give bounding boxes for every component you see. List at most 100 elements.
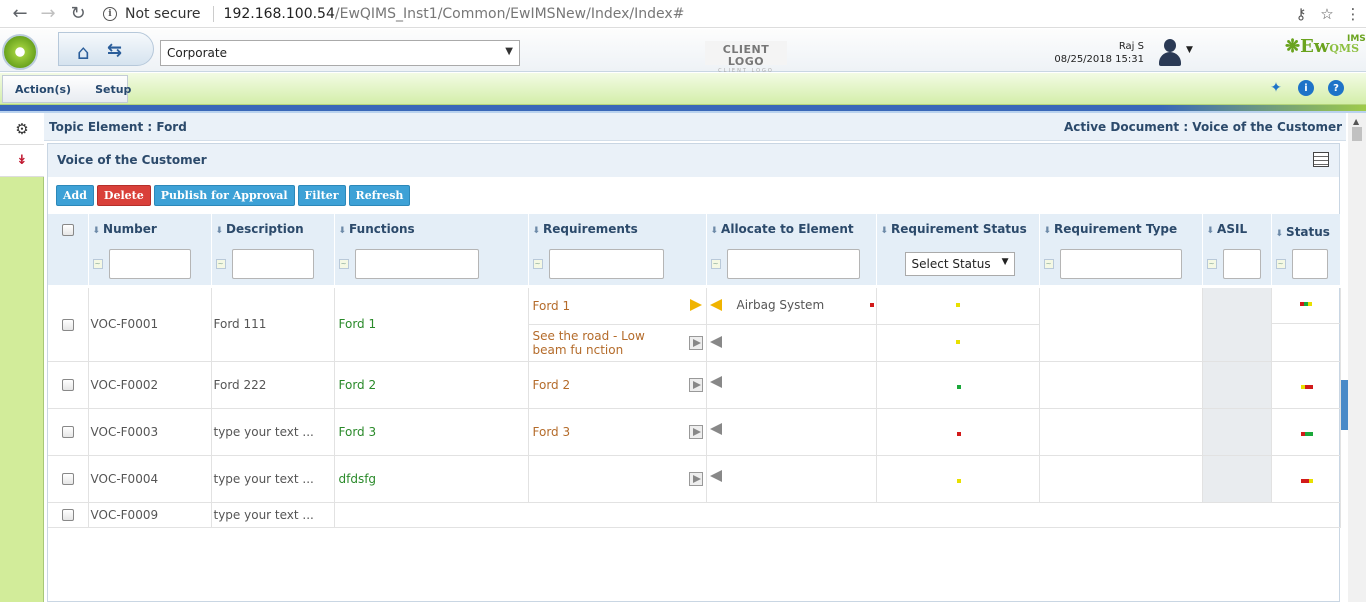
asil-cell[interactable]	[1202, 455, 1272, 503]
url-host[interactable]: 192.168.100.54	[224, 6, 335, 22]
col-number[interactable]: ⬇ Number	[88, 214, 212, 244]
column-chooser-icon[interactable]	[1313, 152, 1329, 167]
back-arrow-icon[interactable]	[709, 336, 722, 348]
col-functions[interactable]: ⬇ Functions	[334, 214, 529, 244]
description-cell[interactable]: Ford 222	[211, 361, 335, 409]
col-allocate[interactable]: ⬇ Allocate to Element	[706, 214, 877, 244]
number-cell[interactable]: VOC-F0003	[88, 408, 212, 456]
avatar[interactable]	[1156, 37, 1184, 67]
user-menu-caret-icon[interactable]: ▼	[1186, 45, 1193, 55]
col-requirements[interactable]: ⬇ Requirements	[528, 214, 707, 244]
asil-cell[interactable]	[1202, 286, 1272, 362]
table-row[interactable]: VOC-F0009 type your text ...	[48, 502, 1341, 528]
url-path[interactable]: /EwQIMS_Inst1/Common/EwIMSNew/Index/Inde…	[335, 6, 684, 22]
table-row[interactable]: VOC-F0002 Ford 222 Ford 2 Ford 2	[48, 361, 1341, 409]
refresh-button[interactable]: Refresh	[348, 185, 411, 206]
req-type-cell[interactable]	[1039, 361, 1203, 409]
allocate-item[interactable]	[707, 461, 876, 497]
number-filter-input[interactable]	[108, 249, 191, 280]
allocate-item[interactable]	[706, 324, 876, 360]
req-type-filter-input[interactable]	[1059, 249, 1182, 280]
refresh-icon[interactable]: ⇆	[107, 40, 122, 61]
req-type-cell[interactable]	[1039, 286, 1203, 362]
row-checkbox[interactable]	[61, 509, 74, 521]
requirement-item[interactable]: Ford 1	[529, 288, 706, 324]
req-type-cell[interactable]	[1039, 408, 1203, 456]
table-row[interactable]: VOC-F0003 type your text ... Ford 3 Ford…	[48, 408, 1341, 456]
company-select[interactable]: Corporate ▼	[160, 40, 520, 66]
row-checkbox[interactable]	[61, 318, 74, 331]
function-cell[interactable]: Ford 3	[334, 408, 529, 456]
req-type-cell[interactable]	[1039, 455, 1203, 503]
description-cell[interactable]: Ford 111	[211, 286, 335, 362]
menu-item-setup[interactable]: Setup	[83, 83, 143, 96]
back-arrow-icon[interactable]	[709, 469, 722, 482]
description-cell[interactable]: type your text ...	[211, 502, 335, 528]
help-icon[interactable]: ?	[1328, 80, 1344, 96]
function-cell[interactable]: dfdsfg	[334, 455, 529, 503]
description-cell[interactable]: type your text ...	[211, 455, 335, 503]
scroll-up-icon[interactable]: ▲	[1353, 117, 1359, 126]
allocate-filter-input[interactable]	[726, 249, 860, 280]
requirements-filter-input[interactable]	[548, 249, 664, 280]
select-all-checkbox[interactable]	[61, 223, 74, 236]
col-req-type[interactable]: ⬇ Requirement Type	[1039, 214, 1203, 244]
app-logo-icon[interactable]	[2, 34, 38, 70]
filter-icon[interactable]: ~	[1043, 259, 1054, 270]
back-arrow-icon[interactable]	[709, 375, 722, 388]
status-filter-select[interactable]: Select Status ▼	[904, 252, 1015, 277]
page-scrollbar[interactable]: ▲	[1348, 113, 1366, 602]
back-arrow-icon[interactable]: ←	[7, 1, 33, 27]
home-icon[interactable]: ⌂	[77, 40, 90, 64]
row-checkbox[interactable]	[61, 379, 74, 391]
play-icon[interactable]	[688, 424, 703, 439]
add-button[interactable]: Add	[56, 185, 94, 206]
status-filter-input[interactable]	[1291, 249, 1328, 280]
col-asil[interactable]: ⬇ ASIL	[1202, 214, 1272, 244]
asil-cell[interactable]	[1202, 408, 1272, 456]
double-chevron-down-icon[interactable]: ↡	[0, 145, 44, 177]
back-arrow-icon[interactable]	[709, 422, 722, 435]
filter-icon[interactable]: ~	[338, 259, 349, 270]
gear-icon[interactable]: ⚙	[0, 113, 44, 145]
asil-cell[interactable]	[1202, 361, 1272, 409]
function-cell[interactable]: Ford 1	[334, 286, 529, 362]
description-cell[interactable]: type your text ...	[211, 408, 335, 456]
requirement-item[interactable]: Ford 3	[529, 414, 706, 450]
filter-icon[interactable]: ~	[215, 259, 226, 270]
row-checkbox[interactable]	[61, 426, 74, 438]
reload-icon[interactable]: ↻	[65, 1, 91, 27]
table-row[interactable]: VOC-F0004 type your text ... dfdsfg	[48, 455, 1341, 503]
number-cell[interactable]: VOC-F0004	[88, 455, 212, 503]
info-icon[interactable]: i	[103, 6, 117, 21]
allocate-item[interactable]	[707, 414, 876, 450]
publish-button[interactable]: Publish for Approval	[153, 185, 295, 206]
number-cell[interactable]: VOC-F0002	[88, 361, 212, 409]
back-arrow-icon[interactable]	[709, 299, 722, 311]
number-cell[interactable]: VOC-F0009	[88, 502, 212, 528]
requirement-item[interactable]: See the road - Low beam fu nction	[528, 323, 706, 361]
filter-icon[interactable]: ~	[710, 259, 721, 270]
menu-item-actions[interactable]: Action(s)	[3, 83, 83, 96]
col-status[interactable]: ⬇ Status	[1271, 214, 1341, 244]
row-checkbox[interactable]	[61, 473, 74, 485]
asil-filter-input[interactable]	[1222, 249, 1261, 280]
functions-filter-input[interactable]	[354, 249, 479, 280]
filter-icon[interactable]: ~	[1275, 259, 1286, 270]
allocate-item[interactable]	[707, 367, 876, 403]
forward-arrow-icon[interactable]: →	[35, 1, 61, 27]
allocate-item[interactable]: Airbag System	[707, 288, 876, 324]
menu-dots-icon[interactable]: ⋮	[1340, 5, 1366, 23]
play-icon[interactable]	[689, 298, 702, 311]
function-cell[interactable]: Ford 2	[334, 361, 529, 409]
play-icon[interactable]	[688, 471, 703, 486]
requirement-item[interactable]	[529, 461, 706, 497]
page-scrollbar-thumb[interactable]	[1352, 127, 1362, 141]
filter-icon[interactable]: ~	[92, 259, 103, 270]
play-icon[interactable]	[688, 377, 703, 392]
delete-button[interactable]: Delete	[96, 185, 151, 206]
info-icon[interactable]: i	[1298, 80, 1314, 96]
pin-icon[interactable]: ✦	[1268, 80, 1284, 96]
filter-button[interactable]: Filter	[297, 185, 346, 206]
table-row[interactable]: VOC-F0001 Ford 111 Ford 1 Ford 1 See the…	[48, 286, 1341, 362]
